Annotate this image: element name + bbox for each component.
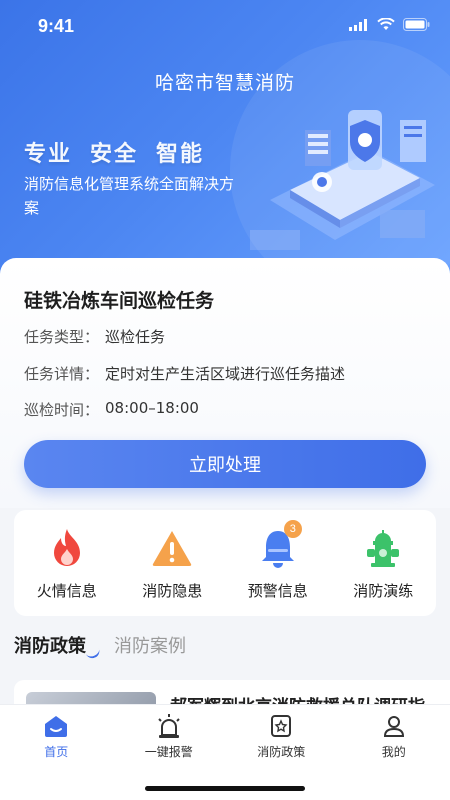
status-bar: 9:41: [0, 0, 450, 52]
task-detail-label: 任务详情：: [24, 365, 100, 383]
task-time-label: 巡检时间：: [24, 401, 100, 419]
wifi-icon: [377, 18, 395, 30]
task-type-value: 巡检任务: [105, 328, 166, 346]
nav-mine[interactable]: 我的: [338, 711, 450, 760]
slogan-professional: 专业: [24, 142, 73, 167]
nav-home-label: 首页: [44, 745, 69, 759]
task-type-label: 任务类型：: [24, 328, 100, 346]
tab-fire-policy[interactable]: 消防政策: [14, 632, 86, 658]
quick-label-hazard: 消防隐患: [142, 582, 203, 600]
page-title: 哈密市智慧消防: [154, 72, 295, 94]
fire-icon: [45, 526, 89, 570]
task-time-row: 巡检时间： 08:00–18:00: [24, 399, 199, 420]
status-time: 9:41: [38, 16, 75, 36]
warning-badge: 3: [283, 520, 302, 538]
slogan-smart: 智能: [156, 142, 205, 167]
nav-policy-label: 消防政策: [257, 745, 306, 759]
home-indicator: [145, 786, 305, 791]
hero-description: 消防信息化管理系统全面解决方案: [24, 175, 235, 217]
quick-label-warning: 预警信息: [247, 582, 308, 600]
quick-actions: 火情信息 消防隐患 3 预警信息 消防演练: [14, 510, 436, 616]
quick-label-drill: 消防演练: [353, 582, 414, 600]
alarm-bell-icon: 3: [256, 520, 302, 570]
home-icon: [41, 711, 71, 741]
nav-one-click-alarm[interactable]: 一键报警: [113, 711, 226, 760]
fire-hydrant-icon: [361, 526, 405, 570]
task-detail-row: 任务详情： 定时对生产生活区域进行巡任务描述: [24, 363, 345, 384]
nav-fire-policy[interactable]: 消防政策: [225, 711, 338, 760]
nav-alarm-label: 一键报警: [144, 745, 193, 759]
policy-icon: [266, 711, 296, 741]
user-icon: [379, 711, 409, 741]
nav-home[interactable]: 首页: [0, 711, 113, 760]
handle-now-button[interactable]: 立即处理: [24, 440, 426, 488]
task-detail-value: 定时对生产生活区域进行巡任务描述: [105, 365, 346, 383]
quick-warning-info[interactable]: 3 预警信息: [225, 510, 331, 616]
task-type-row: 任务类型： 巡检任务: [24, 326, 165, 347]
smart-city-illustration: [250, 110, 435, 250]
signal-icon: [349, 18, 367, 31]
nav-mine-label: 我的: [381, 745, 406, 759]
quick-hazard[interactable]: 消防隐患: [120, 510, 226, 616]
content-tabs: 消防政策 消防案例: [14, 632, 186, 658]
hero-slogan: 专业 安全 智能: [24, 136, 204, 168]
battery-icon: [403, 18, 430, 31]
quick-label-fire: 火情信息: [36, 582, 97, 600]
slogan-safety: 安全: [90, 142, 139, 167]
task-time-value: 08:00–18:00: [105, 399, 199, 417]
tab-fire-cases[interactable]: 消防案例: [114, 632, 186, 658]
task-title: 硅铁冶炼车间巡检任务: [24, 290, 215, 312]
status-icons: [349, 18, 430, 31]
hero-banner: 9:41 哈密市智慧消防 专业 安全 智能 消防信息化管理系统全面解决方案: [0, 0, 450, 300]
siren-icon: [154, 711, 184, 741]
quick-fire-info[interactable]: 火情信息: [14, 510, 120, 616]
quick-drill[interactable]: 消防演练: [331, 510, 437, 616]
warning-icon: [150, 526, 194, 570]
